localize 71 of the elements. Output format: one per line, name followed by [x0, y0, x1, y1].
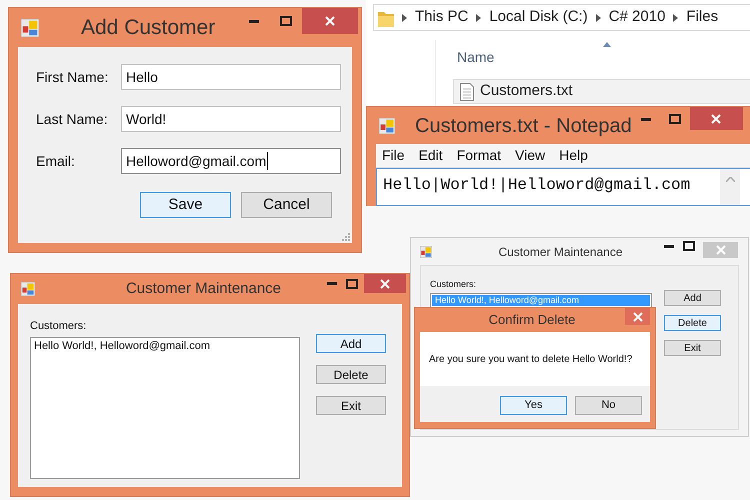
close-icon: [380, 278, 390, 288]
close-icon: [325, 16, 335, 26]
minimize-icon: [664, 244, 674, 248]
menu-item[interactable]: View: [515, 145, 546, 166]
breadcrumb-item[interactable]: C# 2010: [608, 6, 666, 29]
minimize-icon: [249, 20, 259, 22]
window-title: Customers.txt - Notepad: [415, 114, 632, 138]
dialog-button[interactable]: No: [575, 396, 642, 415]
list-box[interactable]: Hello World!, Helloword@gmail.com: [30, 336, 300, 478]
breadcrumb-item[interactable]: Local Disk (C:): [489, 6, 588, 29]
window-title: Customer Maintenance: [126, 278, 282, 299]
breadcrumb-item[interactable]: This PC: [415, 6, 468, 29]
chevron-icon: [673, 14, 678, 22]
app-icon: [21, 18, 39, 36]
address-bar[interactable]: This PC Local Disk (C:) C# 2010 Files: [373, 4, 750, 31]
app-icon: [420, 246, 432, 258]
sort-arrow-icon: [603, 42, 611, 47]
minimize-icon: [327, 282, 337, 285]
dialog-button[interactable]: Exit: [664, 340, 721, 356]
close-button[interactable]: [302, 8, 358, 34]
close-button[interactable]: [625, 308, 650, 325]
resize-grip-icon: [342, 233, 350, 241]
close-icon: [716, 245, 726, 255]
dialog-button[interactable]: Exit: [316, 396, 386, 415]
dialog-button[interactable]: Delete: [664, 315, 721, 331]
field-label: Last Name:: [36, 110, 109, 128]
field-label: First Name:: [36, 68, 110, 86]
dialog-button[interactable]: Save: [140, 192, 231, 218]
dialog-button[interactable]: Add: [316, 334, 386, 353]
maximize-icon: [346, 278, 358, 288]
chevron-icon: [596, 14, 601, 22]
chevron-icon: [476, 14, 482, 22]
close-icon: [632, 312, 642, 322]
text-field[interactable]: Hello: [121, 64, 341, 90]
file-row[interactable]: Customers.txt: [453, 79, 750, 104]
column-header[interactable]: Name: [457, 47, 494, 68]
list-label: Customers:: [430, 278, 478, 291]
list-label: Customers:: [30, 319, 88, 334]
menu-item[interactable]: File: [382, 145, 405, 166]
document-icon: [460, 82, 474, 100]
file-name: Customers.txt: [480, 81, 573, 102]
maximize-icon: [683, 241, 695, 251]
dialog-button[interactable]: Yes: [500, 396, 567, 415]
text-field[interactable]: World!: [121, 106, 341, 132]
app-icon: [379, 118, 395, 134]
maximize-icon: [280, 16, 292, 26]
text-field[interactable]: Helloword@gmail.com: [121, 148, 341, 174]
app-icon: [21, 282, 35, 296]
window-title: Confirm Delete: [488, 311, 576, 330]
close-icon: [711, 114, 722, 124]
editor-text: Hello|World!|Helloword@gmail.com: [382, 175, 692, 196]
close-button[interactable]: [364, 274, 406, 293]
minimize-icon: [641, 118, 652, 120]
dialog-button[interactable]: Delete: [316, 365, 386, 384]
list-item[interactable]: Hello World!, Helloword@gmail.com: [31, 338, 299, 354]
chevron-icon: [402, 14, 407, 22]
close-button[interactable]: [690, 107, 743, 130]
text-editor[interactable]: Hello|World!|Helloword@gmail.com: [376, 168, 750, 206]
dialog-button[interactable]: Add: [664, 290, 721, 306]
text-cursor: [267, 152, 268, 170]
dialog-button[interactable]: Cancel: [241, 192, 332, 218]
window-title: Add Customer: [81, 14, 216, 41]
maximize-icon: [669, 114, 682, 124]
field-label: Email:: [36, 152, 76, 170]
menu-item[interactable]: Edit: [418, 145, 443, 166]
menu-item[interactable]: Help: [559, 145, 588, 166]
menu-item[interactable]: Format: [456, 145, 502, 166]
message-text: Are you sure you want to delete Hello World!?: [429, 352, 632, 366]
scroll-up-icon: [726, 177, 734, 182]
window-title: Customer Maintenance: [498, 244, 623, 260]
breadcrumb-item[interactable]: Files: [686, 6, 718, 29]
